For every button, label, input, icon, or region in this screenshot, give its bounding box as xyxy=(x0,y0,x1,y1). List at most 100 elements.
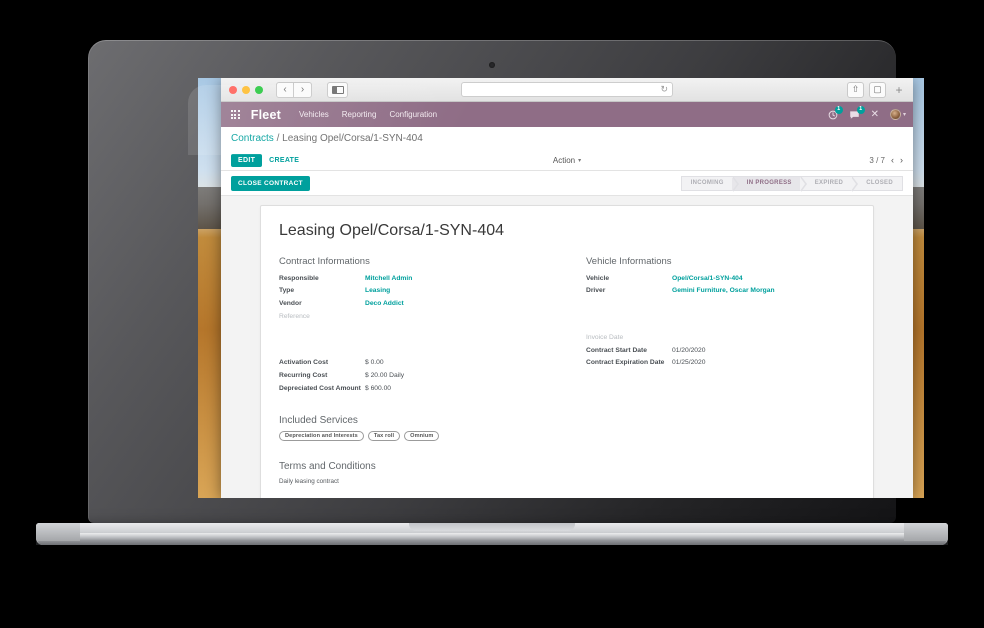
field-row-vendor: Vendor Deco Addict xyxy=(279,297,548,310)
link-driver[interactable]: Gemini Furniture, Oscar Morgan xyxy=(672,287,775,294)
terms-gap xyxy=(279,441,855,461)
traffic-lights[interactable] xyxy=(229,85,263,94)
maximize-window-icon[interactable] xyxy=(255,85,263,94)
stage-in-progress[interactable]: IN PROGRESS xyxy=(731,175,801,192)
menu-reporting[interactable]: Reporting xyxy=(342,110,377,119)
messages-icon[interactable]: 1 xyxy=(849,105,865,120)
label-activation-cost: Activation Cost xyxy=(279,359,329,367)
link-vehicle[interactable]: Opel/Corsa/1-SYN-404 xyxy=(672,275,743,282)
tag-tax-roll[interactable]: Tax roll xyxy=(367,431,401,442)
status-bar: INCOMING IN PROGRESS EXPIRED CLOSED xyxy=(680,175,903,192)
value-reference[interactable] xyxy=(365,310,548,323)
laptop-base xyxy=(36,523,948,545)
stage-closed[interactable]: CLOSED xyxy=(851,175,903,192)
stage-incoming[interactable]: INCOMING xyxy=(680,175,733,191)
minimize-window-icon[interactable] xyxy=(242,85,250,94)
close-icon[interactable]: ✕ xyxy=(871,109,879,120)
field-row-depreciated-cost: Depreciated Cost Amount $ 600.00 xyxy=(279,382,548,395)
field-row-activation-cost: Activation Cost $ 0.00 xyxy=(279,357,548,370)
avatar xyxy=(889,109,901,120)
value-driver: Gemini Furniture, Oscar Morgan xyxy=(672,285,855,298)
reload-icon[interactable]: ↻ xyxy=(660,85,668,94)
menu-configuration[interactable]: Configuration xyxy=(389,110,437,119)
label-vehicle: Vehicle xyxy=(586,274,610,282)
services-title: Included Services xyxy=(279,415,358,427)
link-type[interactable]: Leasing xyxy=(365,287,390,294)
edit-button[interactable]: EDIT xyxy=(231,153,263,167)
apps-menu-icon[interactable] xyxy=(231,110,240,119)
label-depreciated-cost: Depreciated Cost Amount xyxy=(279,384,361,392)
new-tab-icon[interactable]: + xyxy=(891,82,907,98)
services-tags: Depreciation and Interests Tax roll Omni… xyxy=(279,431,855,442)
value-invoice-date[interactable] xyxy=(672,331,855,344)
tag-depreciation-and-interests[interactable]: Depreciation and Interests xyxy=(279,431,364,442)
pager-previous-icon[interactable]: ‹ xyxy=(891,155,894,165)
field-row-start-date: Contract Start Date 01/20/2020 xyxy=(586,344,855,357)
app-brand[interactable]: Fleet xyxy=(251,108,281,122)
action-dropdown[interactable]: Action ▾ xyxy=(553,156,581,165)
field-row-type: Type Leasing xyxy=(279,285,548,298)
contract-column: Contract Informations Responsible Mitche… xyxy=(279,256,548,395)
value-responsible: Mitchell Admin xyxy=(365,272,548,285)
value-contract-start-date: 01/20/2020 xyxy=(672,346,706,354)
sidebar-toggle-icon[interactable] xyxy=(327,81,348,98)
browser-window: ‹ › ↻ ⇧ ▢ + Fleet Vehicles Reporting Con… xyxy=(221,78,913,498)
forward-icon[interactable]: › xyxy=(294,81,312,98)
field-row-driver: Driver Gemini Furniture, Oscar Morgan xyxy=(586,285,855,298)
field-row-recurring-cost: Recurring Cost $ 20.00 Daily xyxy=(279,370,548,383)
tabs-icon[interactable]: ▢ xyxy=(869,81,886,98)
breadcrumb-root[interactable]: Contracts xyxy=(231,133,274,144)
odoo-navbar: Fleet Vehicles Reporting Configuration 1… xyxy=(221,102,913,127)
close-window-icon[interactable] xyxy=(229,85,237,94)
form-sheet: Leasing Opel/Corsa/1-SYN-404 Contract In… xyxy=(260,205,874,498)
activities-icon[interactable]: 1 xyxy=(828,105,843,120)
vehicle-spacer xyxy=(586,297,855,331)
messages-badge: 1 xyxy=(856,105,865,114)
form-content: Leasing Opel/Corsa/1-SYN-404 Contract In… xyxy=(221,196,913,498)
odoo-app: Fleet Vehicles Reporting Configuration 1… xyxy=(221,102,913,498)
cost-fields-table: Activation Cost $ 0.00 Recurring Cost $ … xyxy=(279,357,548,395)
breadcrumb-separator: / xyxy=(276,133,280,144)
services-gap xyxy=(279,395,855,415)
label-contract-start-date: Contract Start Date xyxy=(586,346,647,354)
label-reference: Reference xyxy=(279,312,310,320)
label-recurring-cost: Recurring Cost xyxy=(279,372,328,380)
field-row-reference: Reference xyxy=(279,310,548,323)
create-button[interactable]: CREATE xyxy=(262,154,306,167)
pager-next-icon[interactable]: › xyxy=(900,155,903,165)
back-icon[interactable]: ‹ xyxy=(276,81,294,98)
field-row-vehicle: Vehicle Opel/Corsa/1-SYN-404 xyxy=(586,272,855,285)
contract-spacer xyxy=(279,323,548,357)
value-type: Leasing xyxy=(365,285,548,298)
terms-title: Terms and Conditions xyxy=(279,461,376,473)
link-responsible[interactable]: Mitchell Admin xyxy=(365,275,412,282)
address-bar[interactable]: ↻ xyxy=(461,82,673,97)
terms-body: Daily leasing contract xyxy=(279,478,339,486)
tag-omnium[interactable]: Omnium xyxy=(404,431,440,442)
value-recurring-cost: $ 20.00 Daily xyxy=(365,372,405,380)
value-activation-cost: $ 0.00 xyxy=(365,359,384,367)
value-depreciated-cost: $ 600.00 xyxy=(365,384,392,392)
base-front-edge xyxy=(38,541,946,545)
user-menu[interactable]: ▾ xyxy=(889,109,906,120)
field-row-expiration-date: Contract Expiration Date 01/25/2020 xyxy=(586,357,855,370)
statusbar-row: CLOSE CONTRACT INCOMING IN PROGRESS EXPI… xyxy=(221,171,913,196)
activities-badge: 1 xyxy=(834,105,843,114)
link-vendor[interactable]: Deco Addict xyxy=(365,300,404,307)
breadcrumb-current: Leasing Opel/Corsa/1-SYN-404 xyxy=(282,133,423,144)
vehicle-column: Vehicle Informations Vehicle Opel/Corsa/… xyxy=(586,256,855,395)
label-contract-expiration-date: Contract Expiration Date xyxy=(586,359,665,367)
stage-expired[interactable]: EXPIRED xyxy=(799,175,853,192)
menu-vehicles[interactable]: Vehicles xyxy=(299,110,329,119)
label-type: Type xyxy=(279,287,295,295)
share-icon[interactable]: ⇧ xyxy=(847,81,864,98)
chevron-down-icon: ▾ xyxy=(902,111,906,118)
field-row-responsible: Responsible Mitchell Admin xyxy=(279,272,548,285)
field-row-invoice-date: Invoice Date xyxy=(586,331,855,344)
close-contract-button[interactable]: CLOSE CONTRACT xyxy=(231,175,310,191)
nav-buttons[interactable]: ‹ › xyxy=(276,81,312,98)
contract-group-title: Contract Informations xyxy=(279,256,370,267)
pager-count: 3 / 7 xyxy=(869,155,885,165)
label-vendor: Vendor xyxy=(279,299,302,307)
value-contract-expiration-date: 01/25/2020 xyxy=(672,359,706,367)
